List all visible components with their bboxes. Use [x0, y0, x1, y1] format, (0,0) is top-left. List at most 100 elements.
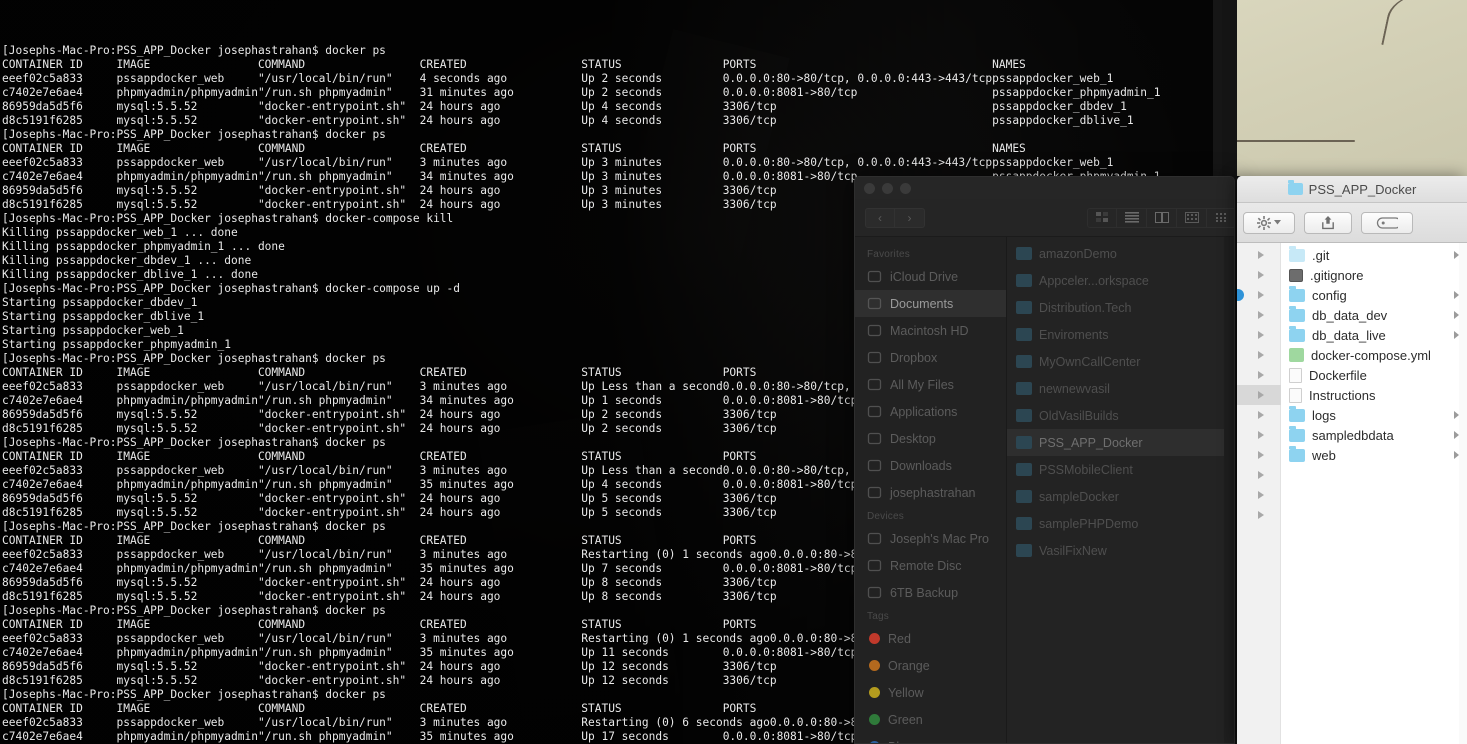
- finder-window-pss-app-docker[interactable]: PSS_APP_Docker .git .gitignore config db_da…: [1237, 176, 1467, 744]
- finder-back-file-list[interactable]: amazonDemo Appceler...orkspace Distributio…: [1007, 237, 1234, 743]
- sidebar-item-remote-disc[interactable]: Remote Disc: [855, 552, 1006, 579]
- chevron-down-icon: [1274, 220, 1281, 225]
- file-row[interactable]: samplePHPDemo: [1007, 510, 1234, 537]
- disclosure-gutter[interactable]: [1237, 243, 1281, 744]
- file-row[interactable]: .git: [1281, 245, 1467, 265]
- sidebar-item-dropbox[interactable]: Dropbox: [855, 344, 1006, 371]
- file-row-label: PSS_APP_Docker: [1039, 435, 1143, 450]
- file-row-label: newnewvasil: [1039, 381, 1110, 396]
- yml-file-icon: [1289, 348, 1304, 362]
- sidebar-item-green[interactable]: Green: [855, 706, 1006, 733]
- view-mode-buttons[interactable]: [1087, 207, 1234, 228]
- sidebar-item-orange[interactable]: Orange: [855, 652, 1006, 679]
- finder-front-titlebar[interactable]: PSS_APP_Docker: [1237, 176, 1467, 203]
- finder-back-toolbar[interactable]: ‹ ›: [855, 199, 1234, 237]
- file-row[interactable]: config: [1281, 285, 1467, 305]
- column-view-button[interactable]: [1147, 207, 1177, 228]
- sidebar-item-yellow[interactable]: Yellow: [855, 679, 1006, 706]
- file-row-label: OldVasilBuilds: [1039, 408, 1119, 423]
- forward-button[interactable]: ›: [895, 207, 925, 228]
- desktop-icon: [867, 431, 882, 446]
- disclosure-triangle-icon[interactable]: [1258, 271, 1264, 279]
- disclosure-triangle-icon[interactable]: [1258, 451, 1264, 459]
- file-row[interactable]: db_data_dev: [1281, 305, 1467, 325]
- tag-icon: [1376, 216, 1398, 229]
- terminal-prompt-line: [Josephs-Mac-Pro:PSS_APP_Docker josephas…: [2, 128, 386, 141]
- file-row[interactable]: web: [1281, 445, 1467, 465]
- disclosure-triangle-icon[interactable]: [1258, 351, 1264, 359]
- file-row[interactable]: docker-compose.yml: [1281, 345, 1467, 365]
- sidebar-item-6tb-backup[interactable]: 6TB Backup: [855, 579, 1006, 606]
- minimize-icon[interactable]: [882, 183, 893, 194]
- file-row[interactable]: OldVasilBuilds: [1007, 402, 1234, 429]
- terminal-table-header: CONTAINER ID IMAGE COMMAND CREATED STATU…: [2, 142, 1026, 155]
- sidebar-item-josephastrahan[interactable]: josephastrahan: [855, 479, 1006, 506]
- file-row[interactable]: MyOwnCallCenter: [1007, 348, 1234, 375]
- file-row[interactable]: Instructions: [1281, 385, 1467, 405]
- disclosure-triangle-icon[interactable]: [1258, 491, 1264, 499]
- file-rows[interactable]: .git .gitignore config db_data_dev db_data_l…: [1281, 243, 1467, 744]
- disclosure-triangle-icon[interactable]: [1258, 391, 1264, 399]
- disclosure-triangle-icon[interactable]: [1258, 471, 1264, 479]
- disclosure-triangle-icon[interactable]: [1258, 431, 1264, 439]
- file-row[interactable]: Distribution.Tech: [1007, 294, 1234, 321]
- file-list-scrollbar[interactable]: [1224, 237, 1234, 743]
- terminal-table-header: CONTAINER ID IMAGE COMMAND CREATED STATU…: [2, 58, 1026, 71]
- file-row[interactable]: amazonDemo: [1007, 240, 1234, 267]
- sidebar-section-header: Tags: [867, 611, 889, 622]
- sidebar-item-label: Yellow: [888, 685, 924, 700]
- list-view-button[interactable]: [1117, 207, 1147, 228]
- file-row[interactable]: logs: [1281, 405, 1467, 425]
- disclosure-triangle-icon[interactable]: [1258, 311, 1264, 319]
- disclosure-triangle-icon[interactable]: [1258, 511, 1264, 519]
- nav-buttons[interactable]: ‹ ›: [865, 207, 925, 228]
- finder-back-sidebar[interactable]: Favorites iCloud Drive Documents Macintosh …: [855, 237, 1007, 743]
- disclosure-triangle-icon[interactable]: [1258, 291, 1264, 299]
- action-gear-button[interactable]: [1243, 211, 1295, 234]
- sidebar-item-blue[interactable]: Blue: [855, 733, 1006, 743]
- file-row[interactable]: Dockerfile: [1281, 365, 1467, 385]
- document-icon: [1289, 268, 1303, 282]
- file-row[interactable]: newnewvasil: [1007, 375, 1234, 402]
- arrange-view-button[interactable]: [1207, 207, 1234, 228]
- sidebar-item-documents[interactable]: Documents: [855, 290, 1006, 317]
- file-row[interactable]: PSS_APP_Docker: [1007, 429, 1234, 456]
- close-icon[interactable]: [864, 183, 875, 194]
- window-controls[interactable]: [864, 183, 911, 194]
- file-row[interactable]: .gitignore: [1281, 265, 1467, 285]
- sidebar-item-macintosh-hd[interactable]: Macintosh HD: [855, 317, 1006, 344]
- finder-front-toolbar[interactable]: [1237, 203, 1467, 243]
- file-row[interactable]: PSSMobileClient: [1007, 456, 1234, 483]
- file-row-label: Dockerfile: [1309, 367, 1367, 383]
- disclosure-triangle-icon[interactable]: [1258, 371, 1264, 379]
- sidebar-item-icloud-drive[interactable]: iCloud Drive: [855, 263, 1006, 290]
- file-row[interactable]: sampleDocker: [1007, 483, 1234, 510]
- gear-icon: [1257, 215, 1271, 230]
- file-row[interactable]: db_data_live: [1281, 325, 1467, 345]
- sidebar-item-downloads[interactable]: Downloads: [855, 452, 1006, 479]
- finder-back-titlebar[interactable]: [855, 177, 1234, 199]
- file-row[interactable]: VasilFixNew: [1007, 537, 1234, 564]
- sidebar-item-joseph-s-mac-pro[interactable]: Joseph's Mac Pro: [855, 525, 1006, 552]
- finder-window-documents[interactable]: ‹ › Favorites iCloud Drive Documents Macint…: [854, 176, 1235, 744]
- disclosure-triangle-icon[interactable]: [1258, 411, 1264, 419]
- file-row[interactable]: sampledbdata: [1281, 425, 1467, 445]
- sidebar-item-desktop[interactable]: Desktop: [855, 425, 1006, 452]
- icon-view-button[interactable]: [1087, 207, 1117, 228]
- tag-button[interactable]: [1361, 211, 1413, 234]
- share-button[interactable]: [1304, 211, 1352, 234]
- disclosure-triangle-icon[interactable]: [1258, 251, 1264, 259]
- finder-front-list[interactable]: .git .gitignore config db_data_dev db_data_l…: [1237, 243, 1467, 744]
- sidebar-item-all-my-files[interactable]: All My Files: [855, 371, 1006, 398]
- finder-front-scrollbar[interactable]: [1459, 243, 1467, 744]
- maximize-icon[interactable]: [900, 183, 911, 194]
- sidebar-item-label: Dropbox: [890, 350, 938, 365]
- share-icon: [1322, 216, 1334, 230]
- back-button[interactable]: ‹: [865, 207, 895, 228]
- file-row[interactable]: Enviroments: [1007, 321, 1234, 348]
- coverflow-view-button[interactable]: [1177, 207, 1207, 228]
- sidebar-item-applications[interactable]: Applications: [855, 398, 1006, 425]
- sidebar-item-red[interactable]: Red: [855, 625, 1006, 652]
- file-row[interactable]: Appceler...orkspace: [1007, 267, 1234, 294]
- disclosure-triangle-icon[interactable]: [1258, 331, 1264, 339]
